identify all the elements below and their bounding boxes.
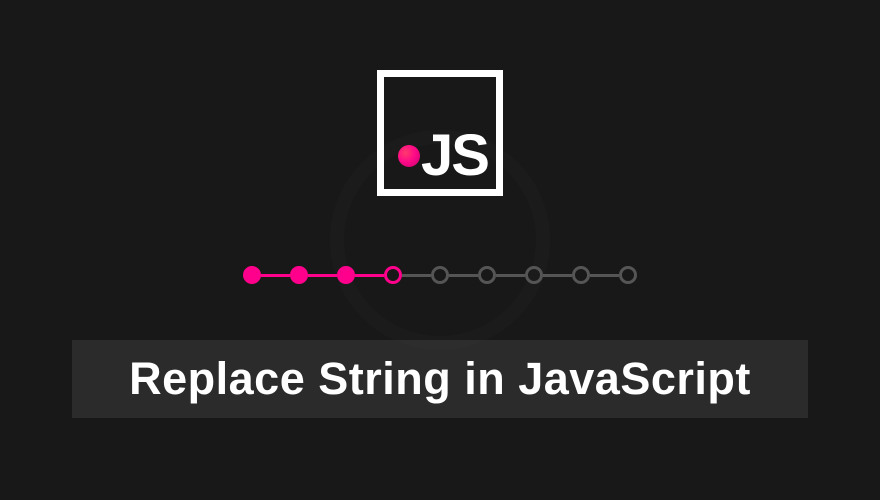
progress-node [619,266,637,284]
progress-segment [590,274,619,277]
progress-node [525,266,543,284]
progress-segment [308,274,337,277]
progress-node-active [384,266,402,284]
progress-node [290,266,308,284]
progress-segment [261,274,290,277]
js-logo: JS [377,70,503,196]
title-banner: Replace String in JavaScript [72,340,808,418]
progress-segment [355,274,384,277]
progress-node [478,266,496,284]
logo-dot-icon [398,145,420,167]
progress-node [431,266,449,284]
progress-node [243,266,261,284]
progress-segment [449,274,478,277]
page-title: Replace String in JavaScript [129,353,751,405]
progress-segment [543,274,572,277]
progress-segment [402,274,431,277]
logo-label: JS [421,127,488,185]
progress-indicator [243,266,637,284]
progress-node [572,266,590,284]
progress-segment [496,274,525,277]
progress-node [337,266,355,284]
